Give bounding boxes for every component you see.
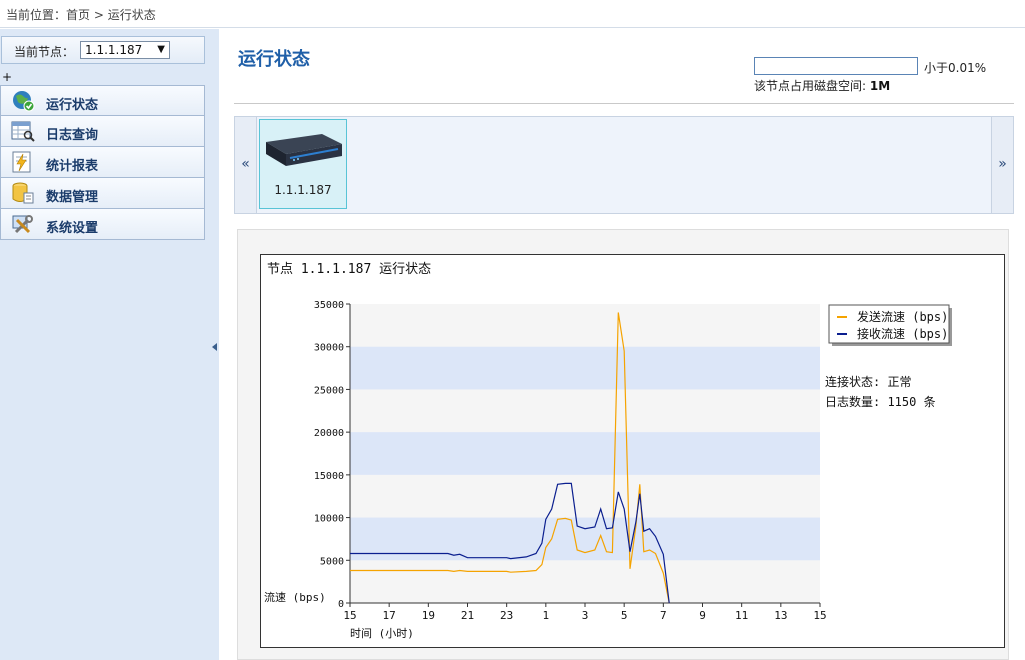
disk-usage-progress-bar xyxy=(754,57,918,75)
tools-icon xyxy=(12,215,33,234)
x-tick-label: 23 xyxy=(500,609,513,622)
globe-check-icon xyxy=(13,91,35,112)
main-content: 运行状态 小于0.01% 该节点占用磁盘空间: 1M « 1.1.1.187 »… xyxy=(219,29,1025,660)
dropdown-arrow-icon: ▼ xyxy=(157,44,165,55)
sidebar-item-label: 运行状态 xyxy=(46,98,99,113)
y-tick-label: 10000 xyxy=(314,514,344,525)
sidebar-item-run-status[interactable]: 运行状态 xyxy=(0,85,205,116)
node-select-value: 1.1.1.187 xyxy=(85,43,143,57)
breadcrumb-home-link[interactable]: 首页 xyxy=(66,8,90,22)
y-axis-label: 流速 (bps) xyxy=(264,590,326,604)
x-axis-label: 时间 (小时) xyxy=(350,627,414,640)
y-tick-label: 20000 xyxy=(314,428,344,439)
node-select[interactable]: 1.1.1.187 ▼ xyxy=(80,41,170,59)
current-node-panel: 当前节点： 1.1.1.187 ▼ xyxy=(1,36,205,64)
disk-usage-text: 该节点占用磁盘空间: 1M xyxy=(754,77,890,94)
legend-label: 发送流速 (bps) xyxy=(857,309,948,324)
x-tick-label: 1 xyxy=(543,609,550,622)
collapse-sidebar-icon[interactable] xyxy=(212,343,217,351)
sidebar-item-label: 日志查询 xyxy=(46,128,99,143)
x-tick-label: 15 xyxy=(813,609,826,622)
sidebar-item-log-query[interactable]: 日志查询 xyxy=(0,116,205,147)
breadcrumb: 当前位置：首页 > 运行状态 xyxy=(6,6,156,23)
sidebar-menu: 运行状态 日志查询 统计报表 数据管理 系统设置 xyxy=(0,85,205,240)
sidebar-item-label: 系统设置 xyxy=(46,221,99,236)
database-icon xyxy=(12,182,34,204)
table-search-icon xyxy=(11,121,35,142)
node-carousel: « 1.1.1.187 » xyxy=(234,116,1014,214)
y-tick-label: 30000 xyxy=(314,343,344,354)
status-info: 连接状态: 正常 日志数量: 1150 条 xyxy=(825,372,936,412)
legend-label: 接收流速 (bps) xyxy=(857,326,948,341)
divider xyxy=(234,103,1014,104)
grid-band xyxy=(350,346,820,390)
chart-container: 节点 1.1.1.187 运行状态 0 5000 10000 15000 20000 25… xyxy=(237,229,1009,660)
grid-band xyxy=(350,432,820,475)
carousel-prev-button[interactable]: « xyxy=(235,117,257,213)
y-tick-label: 25000 xyxy=(314,385,344,396)
expand-plus-icon[interactable]: + xyxy=(2,70,12,84)
x-tick-label: 17 xyxy=(383,609,396,622)
carousel-next-button[interactable]: » xyxy=(991,117,1013,213)
x-tick-label: 3 xyxy=(582,609,589,622)
x-tick-label: 15 xyxy=(343,609,356,622)
report-bolt-icon xyxy=(12,151,31,173)
disk-usage-percent: 小于0.01% xyxy=(924,61,987,75)
sidebar-item-data-management[interactable]: 数据管理 xyxy=(0,178,205,209)
current-node-label: 当前节点： xyxy=(14,45,75,59)
carousel-node-label: 1.1.1.187 xyxy=(274,183,332,197)
sidebar-item-label: 统计报表 xyxy=(46,159,99,174)
carousel-node-item[interactable]: 1.1.1.187 xyxy=(259,119,347,209)
breadcrumb-prefix: 当前位置： xyxy=(6,8,67,22)
x-tick-label: 9 xyxy=(699,609,706,622)
disk-usage-value: 1M xyxy=(869,79,891,93)
x-tick-label: 11 xyxy=(735,609,748,622)
breadcrumb-separator: > xyxy=(90,8,108,22)
x-tick-label: 13 xyxy=(774,609,787,622)
sidebar-item-statistics-report[interactable]: 统计报表 xyxy=(0,147,205,178)
traffic-line-chart: 0500010000150002000025000300003500015 17 1… xyxy=(264,300,952,640)
sidebar: 当前节点： 1.1.1.187 ▼ + 运行状态 日志查询 统计报表 数据管理 … xyxy=(0,29,219,660)
breadcrumb-bar: 当前位置：首页 > 运行状态 xyxy=(0,0,1025,28)
disk-usage-label: 该节点占用磁盘空间: xyxy=(754,79,867,93)
y-tick-label: 35000 xyxy=(314,300,344,311)
y-tick-label: 15000 xyxy=(314,471,344,482)
connection-status: 连接状态: 正常 xyxy=(825,375,912,389)
sidebar-item-label: 数据管理 xyxy=(46,190,99,205)
y-tick-label: 5000 xyxy=(320,556,344,567)
log-count: 日志数量: 1150 条 xyxy=(825,395,936,409)
x-tick-label: 5 xyxy=(621,609,628,622)
server-device-icon xyxy=(266,134,342,166)
page-title: 运行状态 xyxy=(238,49,310,70)
chart-panel: 节点 1.1.1.187 运行状态 0 5000 10000 15000 20000 25… xyxy=(260,254,1005,648)
x-tick-label: 7 xyxy=(660,609,667,622)
x-tick-label: 21 xyxy=(461,609,474,622)
sidebar-item-system-settings[interactable]: 系统设置 xyxy=(0,209,205,240)
breadcrumb-current: 运行状态 xyxy=(107,8,156,22)
x-tick-label: 19 xyxy=(422,609,435,622)
